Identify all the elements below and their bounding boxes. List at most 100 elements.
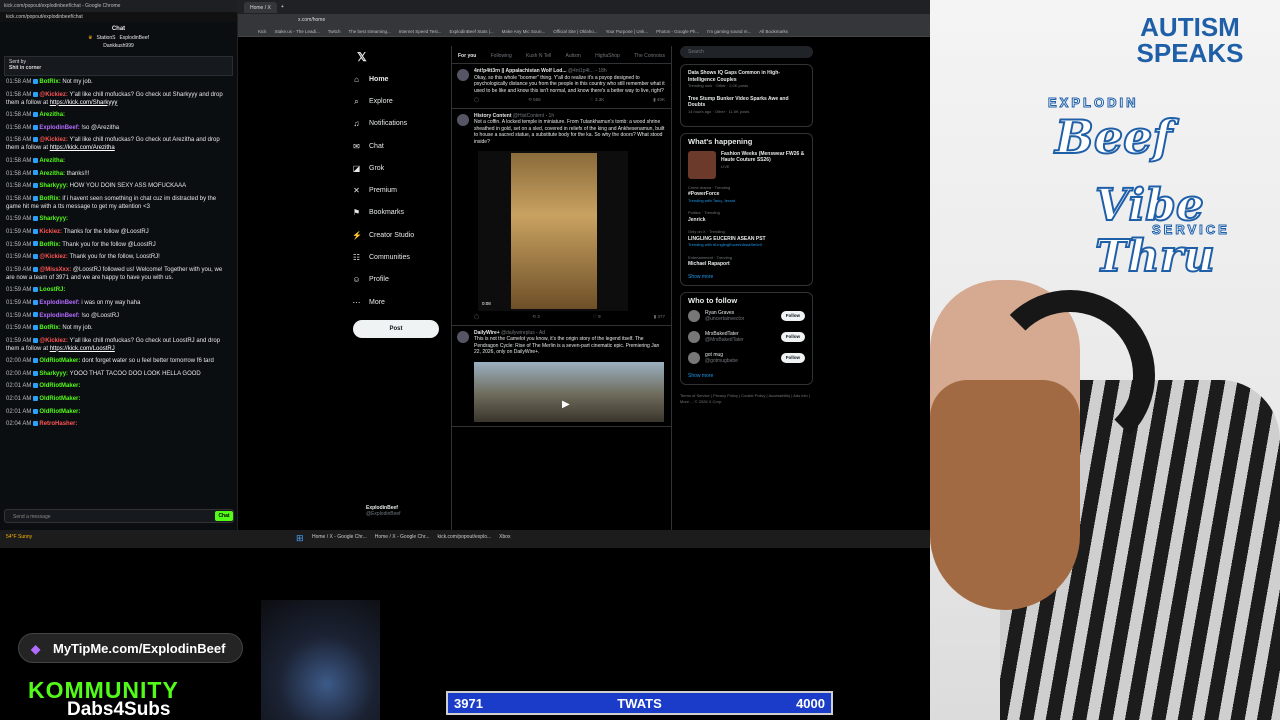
message-user[interactable]: BotRix:	[39, 79, 60, 85]
feed-tab[interactable]: Kush N Tell	[526, 53, 551, 59]
message-user[interactable]: RetroHasher:	[39, 421, 77, 427]
reply-icon[interactable]: ◯	[474, 314, 479, 321]
message-link[interactable]: https://kick.com/Arezitha	[50, 145, 115, 151]
trend-item[interactable]: Politics · Trending Jenrick	[688, 210, 805, 223]
message-user[interactable]: Sharkyyy:	[39, 216, 68, 222]
bookmark-item[interactable]: The best streaming...	[348, 29, 390, 34]
chat-url-bar[interactable]: kick.com/popout/explodinbeef/chat	[0, 12, 237, 22]
leader-2[interactable]: ExplodinBeef	[119, 35, 148, 41]
address-bar[interactable]: x.com/home	[238, 14, 930, 26]
avatar[interactable]	[688, 331, 700, 343]
windows-start-icon[interactable]: ⊞	[296, 533, 304, 544]
like-icon[interactable]: ♡ 3.3K	[590, 97, 605, 104]
message-user[interactable]: BotRix:	[39, 196, 60, 202]
bookmark-item[interactable]: ExplodinBeef Stats |...	[449, 29, 493, 34]
ad-video[interactable]: ▶	[474, 361, 664, 422]
nav-item-grok[interactable]: ◪ Grok	[352, 157, 442, 179]
bookmark-item[interactable]: Official Site | Oklaho...	[553, 29, 597, 34]
message-link[interactable]: https://kick.com/Sharkyyy	[50, 100, 118, 106]
nav-item-search[interactable]: ⌕ Explore	[352, 90, 442, 112]
bookmark-item[interactable]: Internet Speed Test...	[399, 29, 442, 34]
views-icon[interactable]: ▮ 40K	[653, 97, 665, 104]
message-user[interactable]: LoostRJ:	[39, 287, 65, 293]
follow-button[interactable]: Follow	[780, 331, 805, 343]
feed-tab[interactable]: Following	[491, 53, 512, 59]
tweet-author[interactable]: History Content	[474, 113, 512, 119]
tweet[interactable]: DailyWire+ @dailywireplus · Ad This is no…	[452, 326, 671, 427]
nav-item-more[interactable]: ⋯ More	[352, 291, 442, 313]
nav-item-mail[interactable]: ✉ Chat	[352, 135, 442, 157]
trend-item[interactable]: Only on X · Trending LINGLING EUCERIN ASE…	[688, 229, 805, 249]
message-user[interactable]: BotRix:	[39, 325, 60, 331]
bookmark-item[interactable]: Kick	[258, 29, 267, 34]
bookmark-item[interactable]: Make Any Mic Soun...	[502, 29, 546, 34]
account-switcher[interactable]: ExplodinBeef @ExplodinBeef	[358, 505, 401, 517]
retweet-icon[interactable]: ⟲ 3	[532, 314, 540, 321]
browser-tab[interactable]: Home / X	[244, 1, 277, 13]
nav-item-bell[interactable]: ♫ Notifications	[352, 113, 442, 135]
new-tab-icon[interactable]: +	[281, 4, 284, 10]
tweet[interactable]: 4nt!p4tt3rn || Appalachistan Wolf Lod...…	[452, 64, 671, 109]
follow-suggestion[interactable]: MrsBakedTater @MrsBakedTater Follow	[688, 331, 805, 344]
taskbar-app[interactable]: Home / X - Google Chr...	[375, 534, 430, 540]
message-user[interactable]: Sharkyyy:	[39, 371, 68, 377]
taskbar-app[interactable]: kick.com/popout/explo...	[438, 534, 492, 540]
nav-item-bookmark[interactable]: ⚑ Bookmarks	[352, 202, 442, 224]
like-icon[interactable]: ♡ 9	[593, 314, 601, 321]
feed-tab[interactable]: HighaShop	[595, 53, 620, 59]
message-user[interactable]: Sharkyyy:	[39, 183, 68, 189]
tweet-author[interactable]: DailyWire+	[474, 330, 500, 336]
weather-widget[interactable]: 54°F Sunny	[6, 534, 32, 540]
follow-suggestion[interactable]: got mug @gotmugbabe Follow	[688, 352, 805, 365]
avatar[interactable]	[688, 310, 700, 322]
nav-item-x-logo[interactable]: ✕ Premium	[352, 179, 442, 201]
message-user[interactable]: @MissXxx:	[39, 267, 71, 273]
bookmark-item[interactable]: Stake.us - The Leadi...	[275, 29, 320, 34]
trending-news[interactable]: Data Shows IQ Gaps Common in High-Intell…	[688, 70, 805, 90]
message-user[interactable]: Kickiez:	[39, 229, 62, 235]
bookmark-item[interactable]: Twitch	[328, 29, 341, 34]
avatar[interactable]	[457, 69, 469, 81]
bookmark-item[interactable]: I'm gaming sound m...	[707, 29, 751, 34]
feed-tab[interactable]: For you	[458, 53, 476, 59]
message-user[interactable]: OldRiotMaker:	[39, 409, 80, 415]
nav-item-home[interactable]: ⌂ Home	[352, 68, 442, 90]
message-link[interactable]: https://kick.com/LoostRJ	[50, 346, 115, 352]
bookmark-item[interactable]: All Bookmarks	[759, 29, 788, 34]
message-user[interactable]: BotRix:	[39, 242, 60, 248]
bookmark-item[interactable]: Your Purpose | Unk...	[606, 29, 649, 34]
message-user[interactable]: ExplodinBeef:	[39, 300, 79, 306]
message-user[interactable]: @Kickiez:	[39, 338, 68, 344]
message-user[interactable]: OldRiotMaker:	[39, 396, 80, 402]
follow-suggestion[interactable]: Ryan Graves @uncertainvector Follow	[688, 310, 805, 323]
feed-tab[interactable]: The Connoiss	[634, 53, 665, 59]
message-user[interactable]: OldRiotMaker:	[39, 383, 80, 389]
nav-item-creator[interactable]: ⚡ Creator Studio	[352, 224, 442, 246]
leader-1[interactable]: StationS	[97, 35, 116, 41]
nav-item-user[interactable]: ☺ Profile	[352, 269, 442, 291]
follow-button[interactable]: Follow	[780, 352, 805, 364]
play-icon[interactable]: ▶	[562, 399, 570, 408]
tweet-video[interactable]: 0:08	[478, 151, 628, 311]
x-search-input[interactable]: Search	[680, 46, 813, 58]
message-user[interactable]: @Kickiez:	[39, 137, 68, 143]
chat-input[interactable]: Send a message	[4, 509, 234, 523]
message-user[interactable]: Arezitha:	[39, 112, 65, 118]
leader-3[interactable]: Dankkush999	[103, 43, 134, 49]
avatar[interactable]	[457, 113, 469, 126]
trend-item[interactable]: Entertainment · Trending Michael Rapaport	[688, 255, 805, 268]
message-user[interactable]: ExplodinBeef:	[39, 313, 79, 319]
bookmark-item[interactable]: Photos - Google Ph...	[656, 29, 699, 34]
tweet-author[interactable]: 4nt!p4tt3rn || Appalachistan Wolf Lod...	[474, 68, 567, 74]
chat-send-button[interactable]: Chat	[215, 511, 233, 521]
show-more-follows[interactable]: Show more	[688, 373, 805, 380]
message-user[interactable]: @Kickiez:	[39, 92, 68, 98]
retweet-icon[interactable]: ⟲ 555	[528, 97, 541, 104]
show-more-trends[interactable]: Show more	[688, 274, 805, 281]
x-logo-icon[interactable]: 𝕏	[357, 50, 367, 64]
featured-event[interactable]: Fashion Weeks (Menswear FW26 & Haute Cou…	[688, 150, 805, 179]
avatar[interactable]	[688, 352, 700, 364]
avatar[interactable]	[457, 330, 469, 343]
taskbar-app[interactable]: Home / X - Google Chr...	[312, 534, 367, 540]
views-icon[interactable]: ▮ 377	[654, 314, 665, 321]
